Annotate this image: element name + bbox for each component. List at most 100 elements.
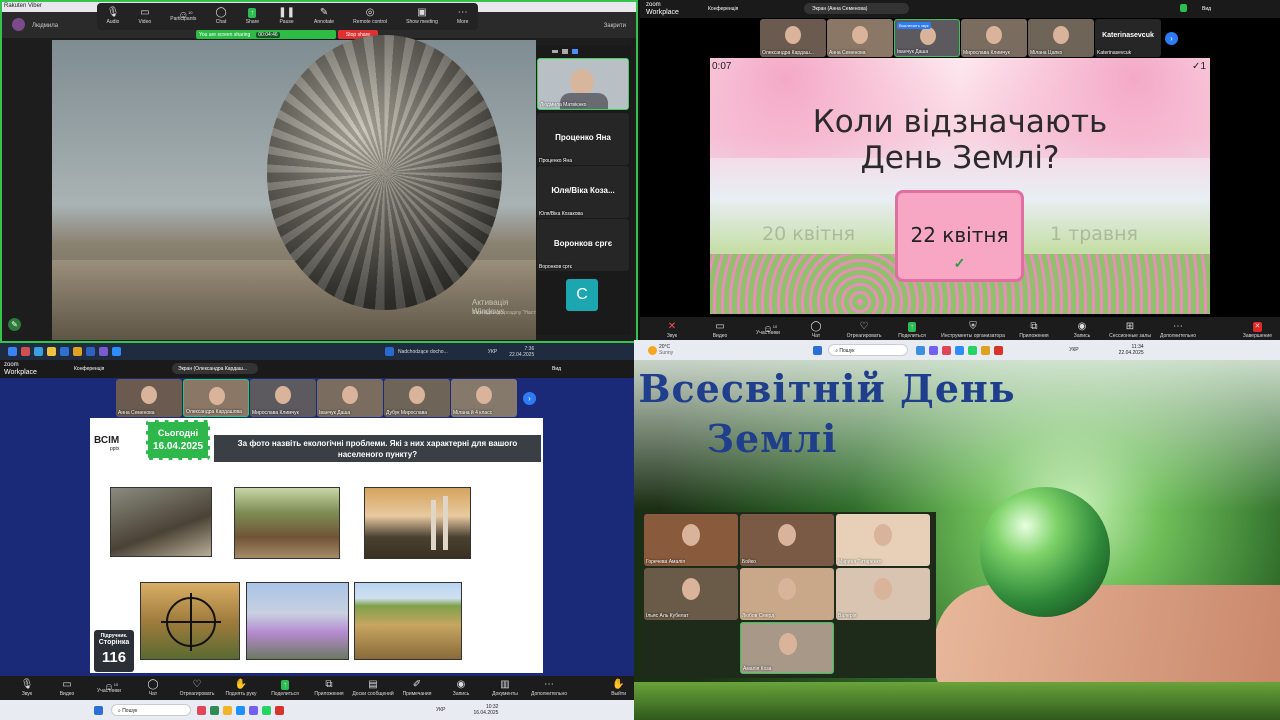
app-icon[interactable] [197,705,206,715]
participant-tile[interactable]: Мілана Цапко [1028,19,1094,57]
participant-tile[interactable]: Проценко Яна Проценко Яна [537,113,629,165]
participant-tile[interactable]: Горечева Амалія [644,514,738,566]
chat-button[interactable]: ◯ Chat [215,8,226,26]
view-switch[interactable] [538,47,628,55]
participant-tile[interactable]: Марина Титаренко [836,514,930,566]
docs-button[interactable]: ▥ Документы [484,679,526,697]
apps-button[interactable]: ⧉ Приложения [308,679,350,697]
app-icon[interactable] [60,347,69,356]
mic-off-button[interactable]: ✕ Звук [650,321,694,339]
pen-button[interactable]: ✎ Annotate [314,8,334,26]
next-page-icon[interactable]: › [1165,32,1178,45]
answer-option[interactable]: 1 травня [1050,223,1138,245]
end-meeting-button[interactable]: ✕ Завершение [1243,321,1272,339]
participants-button[interactable]: ☺ 10 Участники [88,682,130,694]
view-button[interactable]: Вид [1202,6,1211,12]
app-icon[interactable] [21,347,30,356]
participant-tile[interactable]: Людмила Матвієнко [537,58,629,110]
app-icon[interactable] [86,347,95,356]
participant-tile[interactable]: Юля/Віка Коза... Юля/Віка Козакова [537,166,629,218]
mute-button[interactable]: Выключить звук [897,22,931,29]
app-icon[interactable] [994,345,1004,355]
start-icon[interactable] [8,347,17,356]
participants-button[interactable]: ☺ 10 Участники [746,324,790,336]
conference-tab[interactable]: Конференція [708,6,738,12]
video-button[interactable]: ▭ Видео [698,321,742,339]
screen-tab[interactable]: Экран (Анна Семенова) [804,3,909,14]
clock[interactable]: 10:32 16.04.2025 [473,704,498,716]
participant-tile[interactable]: Выключить звук Іванчук Даша [894,19,960,57]
participant-tile[interactable]: Дубук Мирослава [384,379,450,417]
participant-tile[interactable]: Анна Семенова [827,19,893,57]
participant-tile[interactable]: Katerinasevcuk Katerinasevcuk [1095,19,1161,57]
news-icon[interactable] [385,347,394,356]
participant-tile[interactable]: Анна Семенова [116,379,182,417]
participant-tile[interactable]: Воронков сргє Воронков сргє [537,219,629,271]
participant-tile[interactable]: Валерія [836,568,930,620]
clock[interactable]: 7:36 22.04.2025 [509,346,534,358]
viber-icon[interactable] [929,345,939,355]
grid-icon[interactable] [572,49,578,54]
folder-icon[interactable] [223,705,232,715]
language-indicator[interactable]: УКР [436,707,445,713]
folder-icon[interactable] [47,347,56,356]
chat-button[interactable]: ◯ Чат [132,679,174,697]
language-indicator[interactable]: УКР [1069,347,1078,353]
participant-tile[interactable]: Мілана й 4 класс [451,379,517,417]
participant-tile[interactable]: Ільяс Аль Кубелат [644,568,738,620]
chat-button[interactable]: ◯ Чат [794,321,838,339]
app-icon[interactable] [916,345,926,355]
participants-button[interactable]: ☺ 10 Participants [170,10,196,22]
mic-button[interactable]: 🎙 Звук [8,679,46,697]
monitor-button[interactable]: ▣ Show meeting [406,8,438,26]
heart-button[interactable]: ♡ Отреагировать [176,679,218,697]
video-button[interactable]: ▭ Video [138,8,151,26]
participant-tile[interactable]: Бойко [740,514,834,566]
viber-icon[interactable] [99,347,108,356]
more-button[interactable]: ⋯ Дополнительно [528,679,570,697]
participant-tile[interactable]: Мирослава Климчук [961,19,1027,57]
answer-option-correct[interactable]: 22 квітня ✓ [895,190,1024,282]
opera-icon[interactable] [942,345,952,355]
heart-button[interactable]: ♡ Отреагировать [842,321,886,339]
conference-tab[interactable]: Конференція [74,366,104,372]
close-button[interactable]: Закрити [604,23,626,29]
app-icon[interactable] [275,705,284,715]
grid-button[interactable]: ⊞ Сессионные залы [1108,321,1152,339]
zoom-icon[interactable] [236,705,245,715]
chrome-icon[interactable] [73,347,82,356]
answer-option[interactable]: 20 квітня [762,223,855,245]
shield-button[interactable]: ⛨ Инструменты организатора [938,321,1008,339]
whatsapp-icon[interactable] [968,345,978,355]
avatar[interactable] [12,18,25,31]
whatsapp-icon[interactable] [262,705,271,715]
participant-tile[interactable]: Олександра Кардашова [183,379,249,417]
minimize-icon[interactable] [552,50,558,53]
participant-tile[interactable]: Олександра Кардаш... [760,19,826,57]
app-icon[interactable] [34,347,43,356]
avatar[interactable]: C [566,279,598,311]
zoom-icon[interactable] [112,347,121,356]
pen-icon[interactable]: ✎ [8,318,21,331]
more-button[interactable]: ⋯ More [457,8,468,26]
viber-icon[interactable] [249,705,258,715]
participant-tile[interactable]: Любов Смерд [740,568,834,620]
share-button[interactable]: ↑ Share [246,8,259,25]
participant-tile[interactable]: Іванчук Даша [317,379,383,417]
share-button[interactable]: ↑ Поделиться [264,679,306,697]
participant-tile[interactable]: Амалія Коза [740,622,834,674]
leave-button[interactable]: ✋ Выйти [611,679,626,697]
record-button[interactable]: ◉ Запись [440,679,482,697]
clock[interactable]: 11:34 22.04.2025 [1119,344,1144,356]
chrome-icon[interactable] [981,345,991,355]
weather-icon[interactable] [648,345,657,355]
view-button[interactable]: Вид [552,366,561,372]
participant-tile[interactable]: Мирослава Климчук [250,379,316,417]
tile-icon[interactable] [562,49,568,54]
pause-button[interactable]: ❚❚ Pause [278,8,295,26]
notes-button[interactable]: ✐ Примечания [396,679,438,697]
start-icon[interactable] [94,705,103,715]
news-text[interactable]: Nadchodzące docho... [398,349,448,355]
search-box[interactable]: ⌕ Пошук [828,344,909,356]
zoom-icon[interactable] [955,345,965,355]
